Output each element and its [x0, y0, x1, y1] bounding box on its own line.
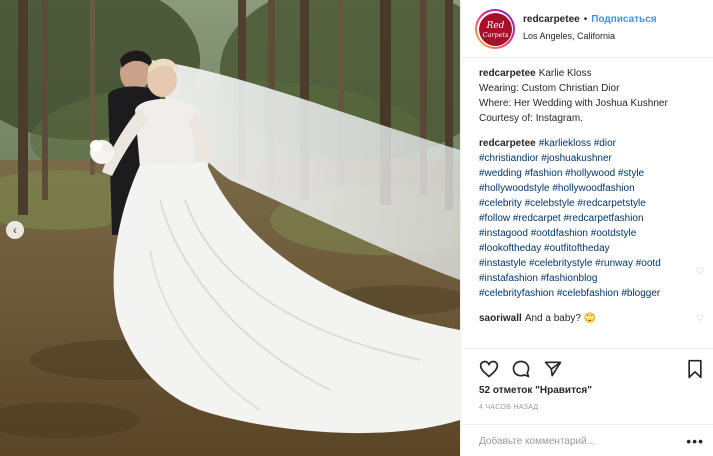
red-carpets-logo-icon: Red Carpets	[482, 21, 509, 39]
avatar[interactable]: Red Carpets	[475, 9, 515, 49]
avatar-logo-word-1: Red	[485, 21, 504, 31]
hashtag-line[interactable]: #karliekloss #dior	[539, 138, 616, 149]
prev-photo-button[interactable]: ‹	[6, 221, 24, 239]
more-icon[interactable]: •••	[686, 433, 704, 449]
heart-icon[interactable]	[479, 359, 499, 379]
hashtag-line[interactable]: #wedding #fashion #hollywood #style	[479, 166, 701, 181]
hashtag-comment: redcarpetee #karliekloss #dior #christian…	[479, 136, 704, 301]
share-icon[interactable]	[543, 359, 563, 379]
reply-comment: saoriwall And a baby? 🙄 ♡	[479, 311, 704, 326]
hashtag-line[interactable]: #lookoftheday #outfitoftheday	[479, 241, 701, 256]
hashtag-line[interactable]: #instagood #ootdfashion #ootdstyle	[479, 226, 701, 241]
post-details: Red Carpets redcarpetee • Подписаться Los …	[460, 0, 713, 456]
caption-line: Wearing: Custom Christian Dior	[479, 83, 620, 94]
hashtag-line[interactable]: #instastyle #celebritystyle #runway #oot…	[479, 256, 701, 271]
post-time[interactable]: 4 ЧАСОВ НАЗАД	[479, 404, 538, 411]
post-username[interactable]: redcarpetee	[523, 14, 580, 25]
bookmark-icon[interactable]	[685, 359, 705, 379]
comment-icon[interactable]	[511, 359, 531, 379]
wedding-photo	[0, 0, 460, 456]
caption: redcarpetee Karlie Kloss Wearing: Custom …	[479, 66, 701, 126]
post-header: Red Carpets redcarpetee • Подписаться Los …	[461, 0, 713, 58]
hashtag-line[interactable]: #follow #redcarpet #redcarpetfashion	[479, 211, 701, 226]
add-comment-input[interactable]	[479, 434, 669, 448]
comment-username[interactable]: redcarpetee	[479, 138, 536, 149]
avatar-logo-word-2: Carpets	[482, 31, 509, 39]
follow-button[interactable]: Подписаться	[591, 14, 656, 25]
separator-dot: •	[583, 14, 588, 25]
hashtag-line[interactable]: #celebrityfashion #celebfashion #blogger	[479, 286, 701, 301]
post-photo[interactable]: ‹	[0, 0, 460, 456]
likes-count[interactable]: 52 отметок "Нравится"	[479, 385, 592, 396]
like-comment-heart-icon[interactable]: ♡	[696, 313, 706, 323]
avatar-logo: Red Carpets	[478, 12, 512, 46]
hashtag-line[interactable]: #celebrity #celebstyle #redcarpetstyle	[479, 196, 701, 211]
hashtag-line[interactable]: #instafashion #fashionblog	[479, 271, 701, 286]
hashtag-line[interactable]: #hollywoodstyle #hollywoodfashion	[479, 181, 701, 196]
comments-list: redcarpetee Karlie Kloss Wearing: Custom …	[479, 66, 704, 336]
post-actions: 52 отметок "Нравится" 4 ЧАСОВ НАЗАД	[461, 348, 713, 411]
like-comment-heart-icon[interactable]: ♡	[696, 266, 706, 276]
add-comment-bar: •••	[461, 424, 713, 456]
comment-username[interactable]: saoriwall	[479, 313, 522, 324]
caption-line: Courtesy of: Instagram.	[479, 113, 583, 124]
chevron-left-icon: ‹	[13, 223, 17, 237]
caption-username[interactable]: redcarpetee	[479, 68, 536, 79]
hashtag-line[interactable]: #christiandior #joshuakushner	[479, 151, 701, 166]
comment-text: And a baby? 🙄	[524, 313, 597, 324]
caption-line: Karlie Kloss	[538, 68, 592, 79]
caption-line: Where: Her Wedding with Joshua Kushner	[479, 98, 668, 109]
post-location[interactable]: Los Angeles, California	[523, 31, 615, 41]
